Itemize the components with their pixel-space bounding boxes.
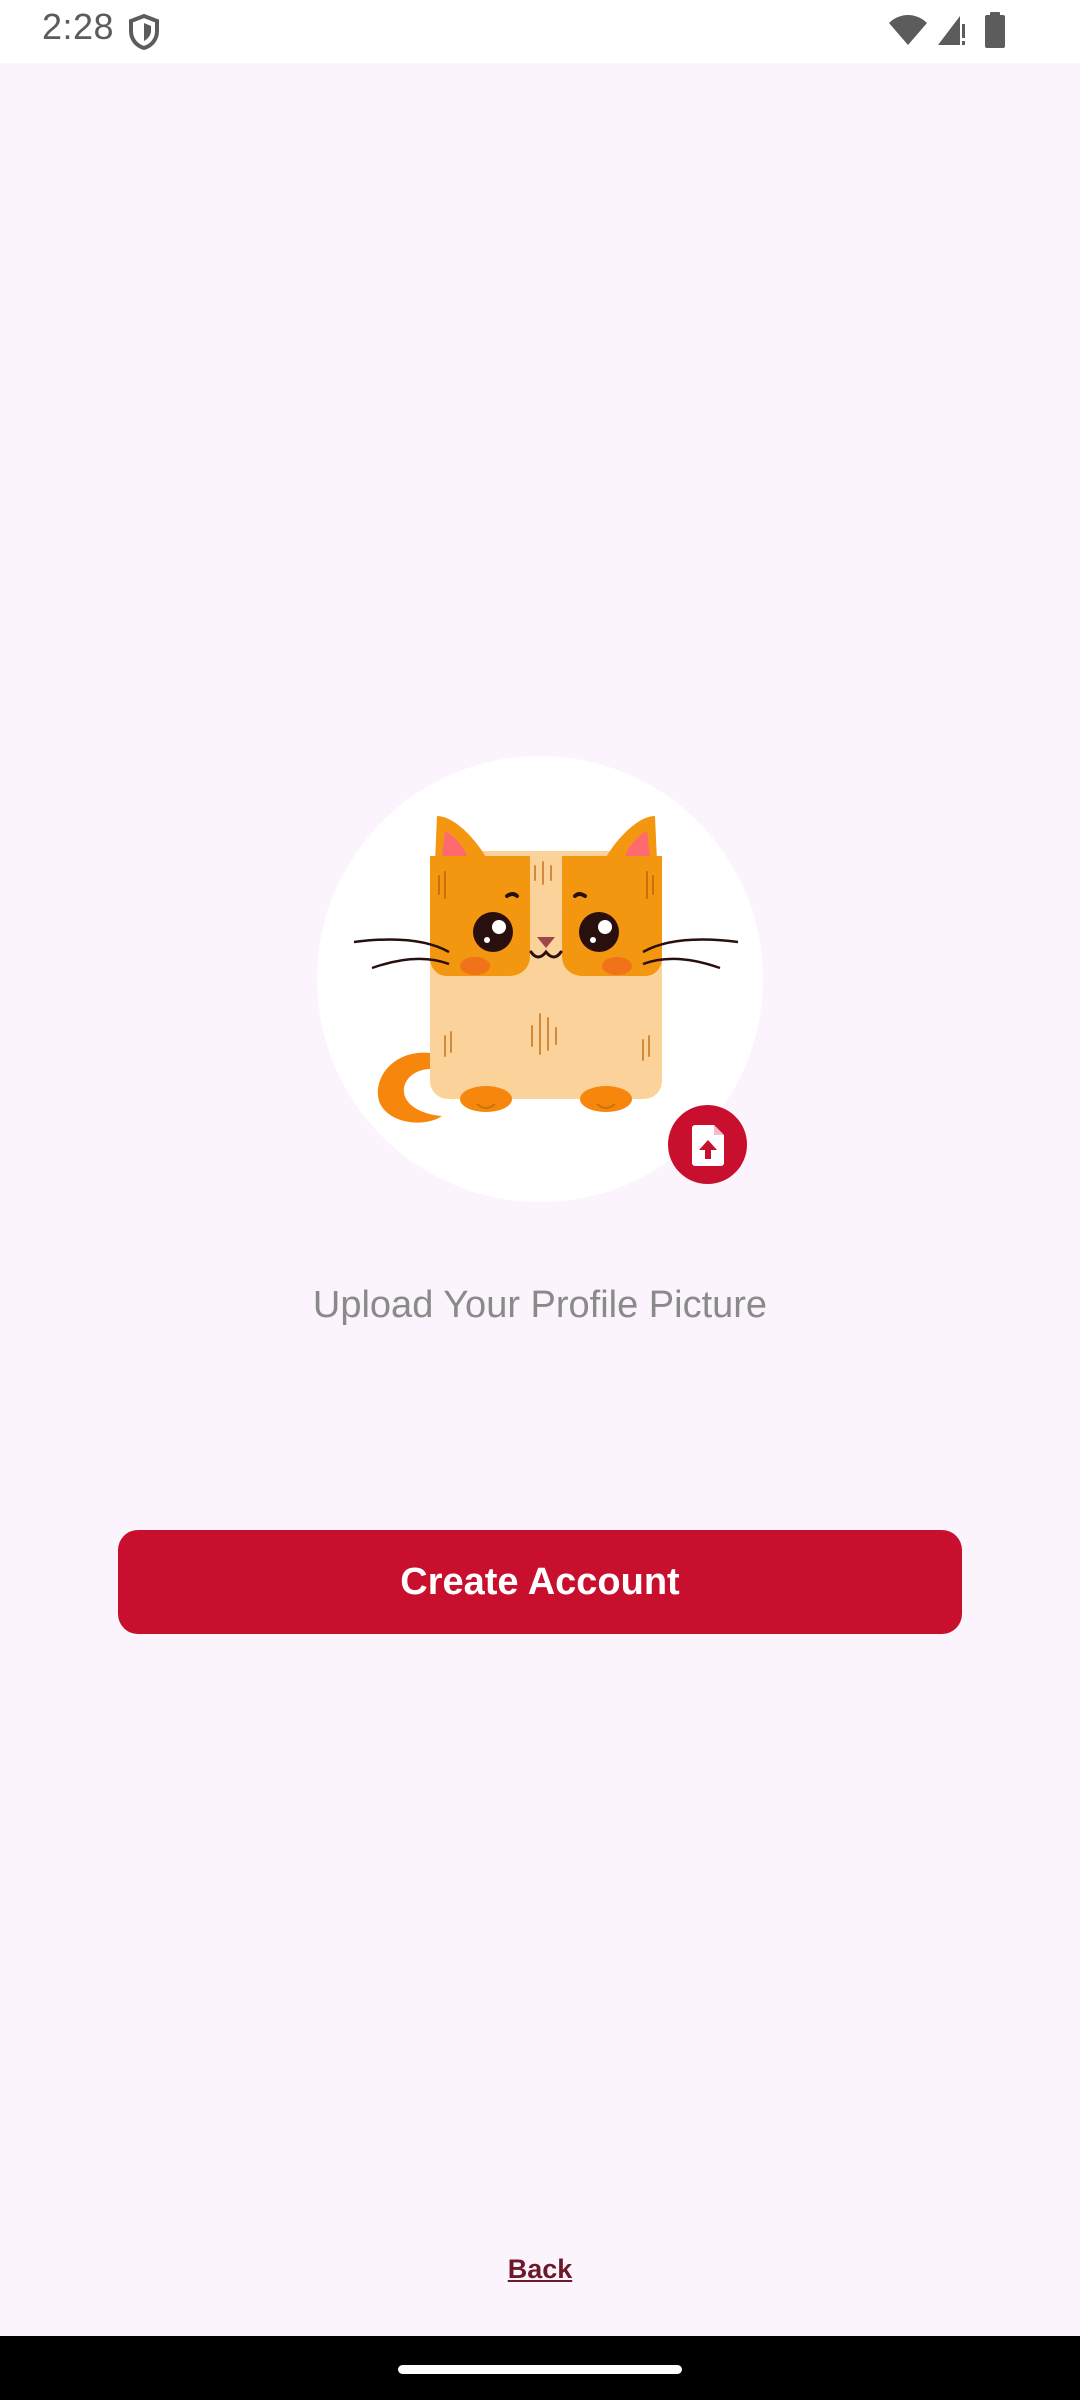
shield-icon xyxy=(129,14,159,50)
back-link[interactable]: Back xyxy=(0,2254,1080,2285)
status-bar: 2:28 xyxy=(0,0,1080,63)
create-account-button[interactable]: Create Account xyxy=(118,1530,962,1634)
upload-profile-picture-label: Upload Your Profile Picture xyxy=(312,1284,768,1326)
cellular-icon xyxy=(938,16,965,45)
file-upload-icon xyxy=(692,1125,724,1166)
status-time: 2:28 xyxy=(42,6,115,47)
battery-icon xyxy=(985,12,1005,48)
wifi-icon xyxy=(889,15,927,45)
upload-photo-button[interactable] xyxy=(668,1105,747,1184)
home-indicator[interactable] xyxy=(398,2365,682,2374)
